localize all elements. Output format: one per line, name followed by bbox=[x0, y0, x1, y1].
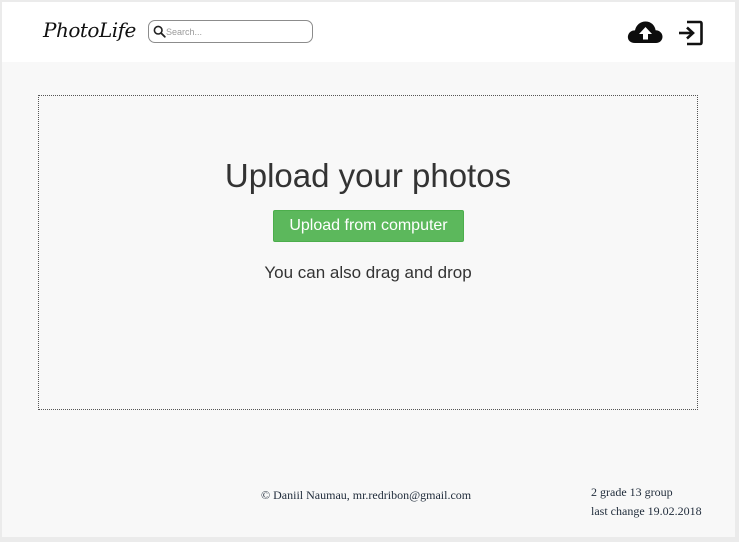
footer-meta: 2 grade 13 group last change 19.02.2018 bbox=[591, 483, 702, 521]
upload-from-computer-button[interactable]: Upload from computer bbox=[273, 210, 464, 242]
upload-title: Upload your photos bbox=[224, 157, 512, 194]
cloud-upload-icon[interactable] bbox=[626, 17, 664, 47]
footer-copyright: © Daniil Naumau, mr.redribon@gmail.com bbox=[261, 488, 472, 502]
page: PhotoLife Upload your photos Upload from… bbox=[2, 2, 735, 537]
drag-drop-hint: You can also drag and drop bbox=[264, 263, 472, 282]
header: PhotoLife bbox=[2, 2, 735, 62]
footer-group: 2 grade 13 group bbox=[591, 485, 673, 499]
footer-last-change: last change 19.02.2018 bbox=[591, 504, 702, 518]
logo[interactable]: PhotoLife bbox=[43, 16, 136, 44]
sign-out-icon[interactable] bbox=[674, 18, 704, 48]
upload-dropzone[interactable]: Upload your photos Upload from computer … bbox=[38, 95, 698, 410]
search-input[interactable] bbox=[166, 23, 306, 40]
search-icon bbox=[153, 25, 166, 38]
search-box[interactable] bbox=[148, 20, 313, 43]
